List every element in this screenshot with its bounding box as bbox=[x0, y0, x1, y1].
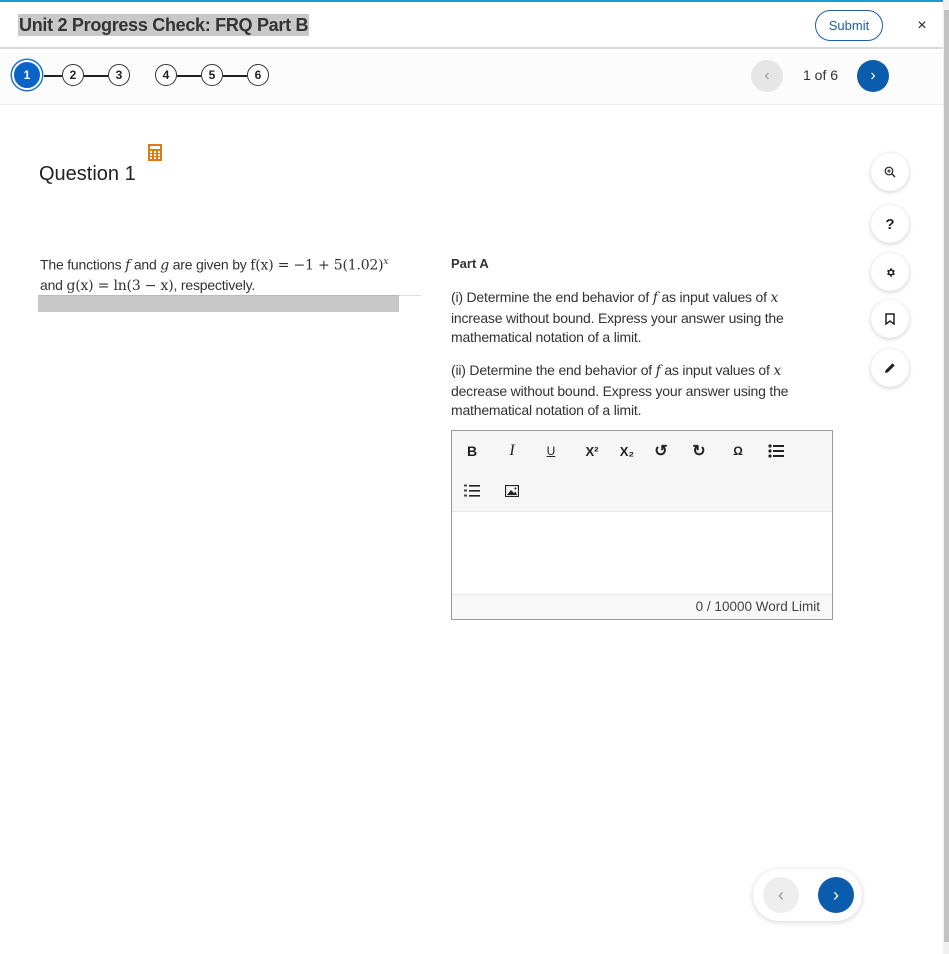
calculator-icon[interactable] bbox=[148, 144, 162, 161]
help-icon: ? bbox=[885, 215, 895, 233]
pencil-icon bbox=[885, 363, 895, 373]
zoom-in-button[interactable] bbox=[871, 153, 909, 191]
numbered-list-button[interactable] bbox=[460, 479, 484, 503]
insert-image-button[interactable] bbox=[500, 479, 524, 503]
step-connector bbox=[177, 75, 201, 77]
bold-icon: B bbox=[466, 443, 478, 459]
stimulus-text: and bbox=[130, 256, 161, 273]
question-stepper: 1 2 3 4 5 6 ‹ 1 of 6 › bbox=[0, 51, 943, 105]
subscript-button[interactable]: X₂ bbox=[615, 439, 639, 463]
submit-button[interactable]: Submit bbox=[815, 10, 883, 41]
previous-question-button[interactable]: ‹ bbox=[751, 60, 783, 92]
undo-icon: ↺ bbox=[654, 443, 668, 460]
step-2[interactable]: 2 bbox=[62, 64, 84, 86]
stimulus-text: The functions bbox=[40, 256, 126, 273]
step-1[interactable]: 1 bbox=[12, 60, 42, 90]
stimulus-text: , respectively. bbox=[173, 276, 256, 293]
underline-button[interactable]: U bbox=[539, 439, 563, 463]
redo-icon: ↻ bbox=[692, 443, 706, 460]
stimulus-scrollbar-end bbox=[399, 295, 421, 312]
bottom-next-button[interactable]: › bbox=[818, 877, 854, 913]
bottom-previous-button[interactable]: ‹ bbox=[763, 877, 799, 913]
step-connector bbox=[84, 75, 108, 77]
settings-button[interactable] bbox=[871, 253, 909, 291]
prompt-text: increase without bound. Express your ans… bbox=[451, 309, 784, 346]
bookmark-button[interactable] bbox=[871, 300, 909, 338]
step-connector bbox=[44, 75, 62, 77]
header: Unit 2 Progress Check: FRQ Part B Submit… bbox=[0, 2, 943, 49]
question-title: Question 1 bbox=[39, 163, 136, 185]
chevron-right-icon: › bbox=[870, 67, 876, 84]
editor-toolbar: B I U X² X₂ ↺ ↻ Ω bbox=[452, 431, 832, 512]
numbered-list-icon bbox=[464, 484, 480, 497]
prompt-text: decrease without bound. Express your ans… bbox=[451, 382, 789, 419]
stimulus-text: and bbox=[40, 276, 67, 293]
help-button[interactable]: ? bbox=[871, 205, 909, 243]
bold-button[interactable]: B bbox=[460, 439, 484, 463]
prompt-text: as input values of bbox=[657, 289, 771, 305]
italic-icon: I bbox=[509, 442, 515, 459]
redo-button[interactable]: ↻ bbox=[687, 439, 711, 463]
step-connector bbox=[223, 75, 247, 77]
page-count: 1 of 6 bbox=[803, 67, 839, 83]
superscript-button[interactable]: X² bbox=[580, 439, 604, 463]
step-4[interactable]: 4 bbox=[155, 64, 177, 86]
stimulus-text: are given by bbox=[169, 256, 251, 273]
prompt-part-i: (i) Determine the end behavior of f as i… bbox=[451, 288, 831, 348]
prompt-text: as input values of bbox=[660, 362, 774, 378]
math-x: x bbox=[773, 363, 782, 379]
step-3[interactable]: 3 bbox=[108, 64, 130, 86]
subscript-icon: X₂ bbox=[619, 443, 635, 459]
image-icon bbox=[505, 485, 519, 497]
math-x: x bbox=[770, 290, 779, 306]
page-title: Unit 2 Progress Check: FRQ Part B bbox=[18, 14, 310, 36]
prompt-text: (ii) Determine the end behavior of bbox=[451, 362, 656, 378]
next-question-button[interactable]: › bbox=[857, 60, 889, 92]
bookmark-icon bbox=[885, 313, 895, 325]
stimulus-scrollbar[interactable] bbox=[38, 295, 399, 312]
math-g: g bbox=[160, 257, 170, 274]
math-g-definition: g(x) = ln(3 − x) bbox=[66, 277, 174, 294]
prompt-part-ii: (ii) Determine the end behavior of f as … bbox=[451, 361, 831, 421]
prompt-text: (i) Determine the end behavior of bbox=[451, 289, 653, 305]
close-icon: × bbox=[917, 17, 927, 34]
italic-button[interactable]: I bbox=[500, 439, 524, 463]
word-count: 0 / 10000 Word Limit bbox=[452, 594, 832, 619]
question-stimulus: The functions f and g are given by f(x) … bbox=[40, 253, 430, 296]
math-exponent: x bbox=[383, 257, 389, 267]
zoom-in-icon bbox=[884, 166, 896, 178]
answer-text-area[interactable] bbox=[452, 512, 832, 594]
answer-editor: B I U X² X₂ ↺ ↻ Ω 0 / 10000 Word Limit bbox=[451, 430, 833, 620]
bottom-pager: ‹ › bbox=[753, 869, 862, 921]
bulleted-list-icon bbox=[768, 444, 784, 458]
chevron-left-icon: ‹ bbox=[778, 884, 784, 905]
part-label: Part A bbox=[451, 256, 489, 271]
step-5[interactable]: 5 bbox=[201, 64, 223, 86]
page-scrollbar-thumb[interactable] bbox=[944, 10, 949, 942]
underline-icon: U bbox=[546, 444, 556, 458]
chevron-left-icon: ‹ bbox=[764, 67, 770, 84]
omega-icon: Ω bbox=[733, 444, 743, 458]
bulleted-list-button[interactable] bbox=[764, 439, 788, 463]
special-character-button[interactable]: Ω bbox=[726, 439, 750, 463]
math-f-definition: f(x) = −1 + 5(1.02) bbox=[250, 257, 384, 274]
chevron-right-icon: › bbox=[833, 884, 839, 905]
gear-icon bbox=[886, 267, 895, 277]
undo-button[interactable]: ↺ bbox=[649, 439, 673, 463]
annotate-button[interactable] bbox=[871, 349, 909, 387]
close-button[interactable]: × bbox=[913, 16, 931, 36]
step-6[interactable]: 6 bbox=[247, 64, 269, 86]
superscript-icon: X² bbox=[585, 443, 599, 459]
